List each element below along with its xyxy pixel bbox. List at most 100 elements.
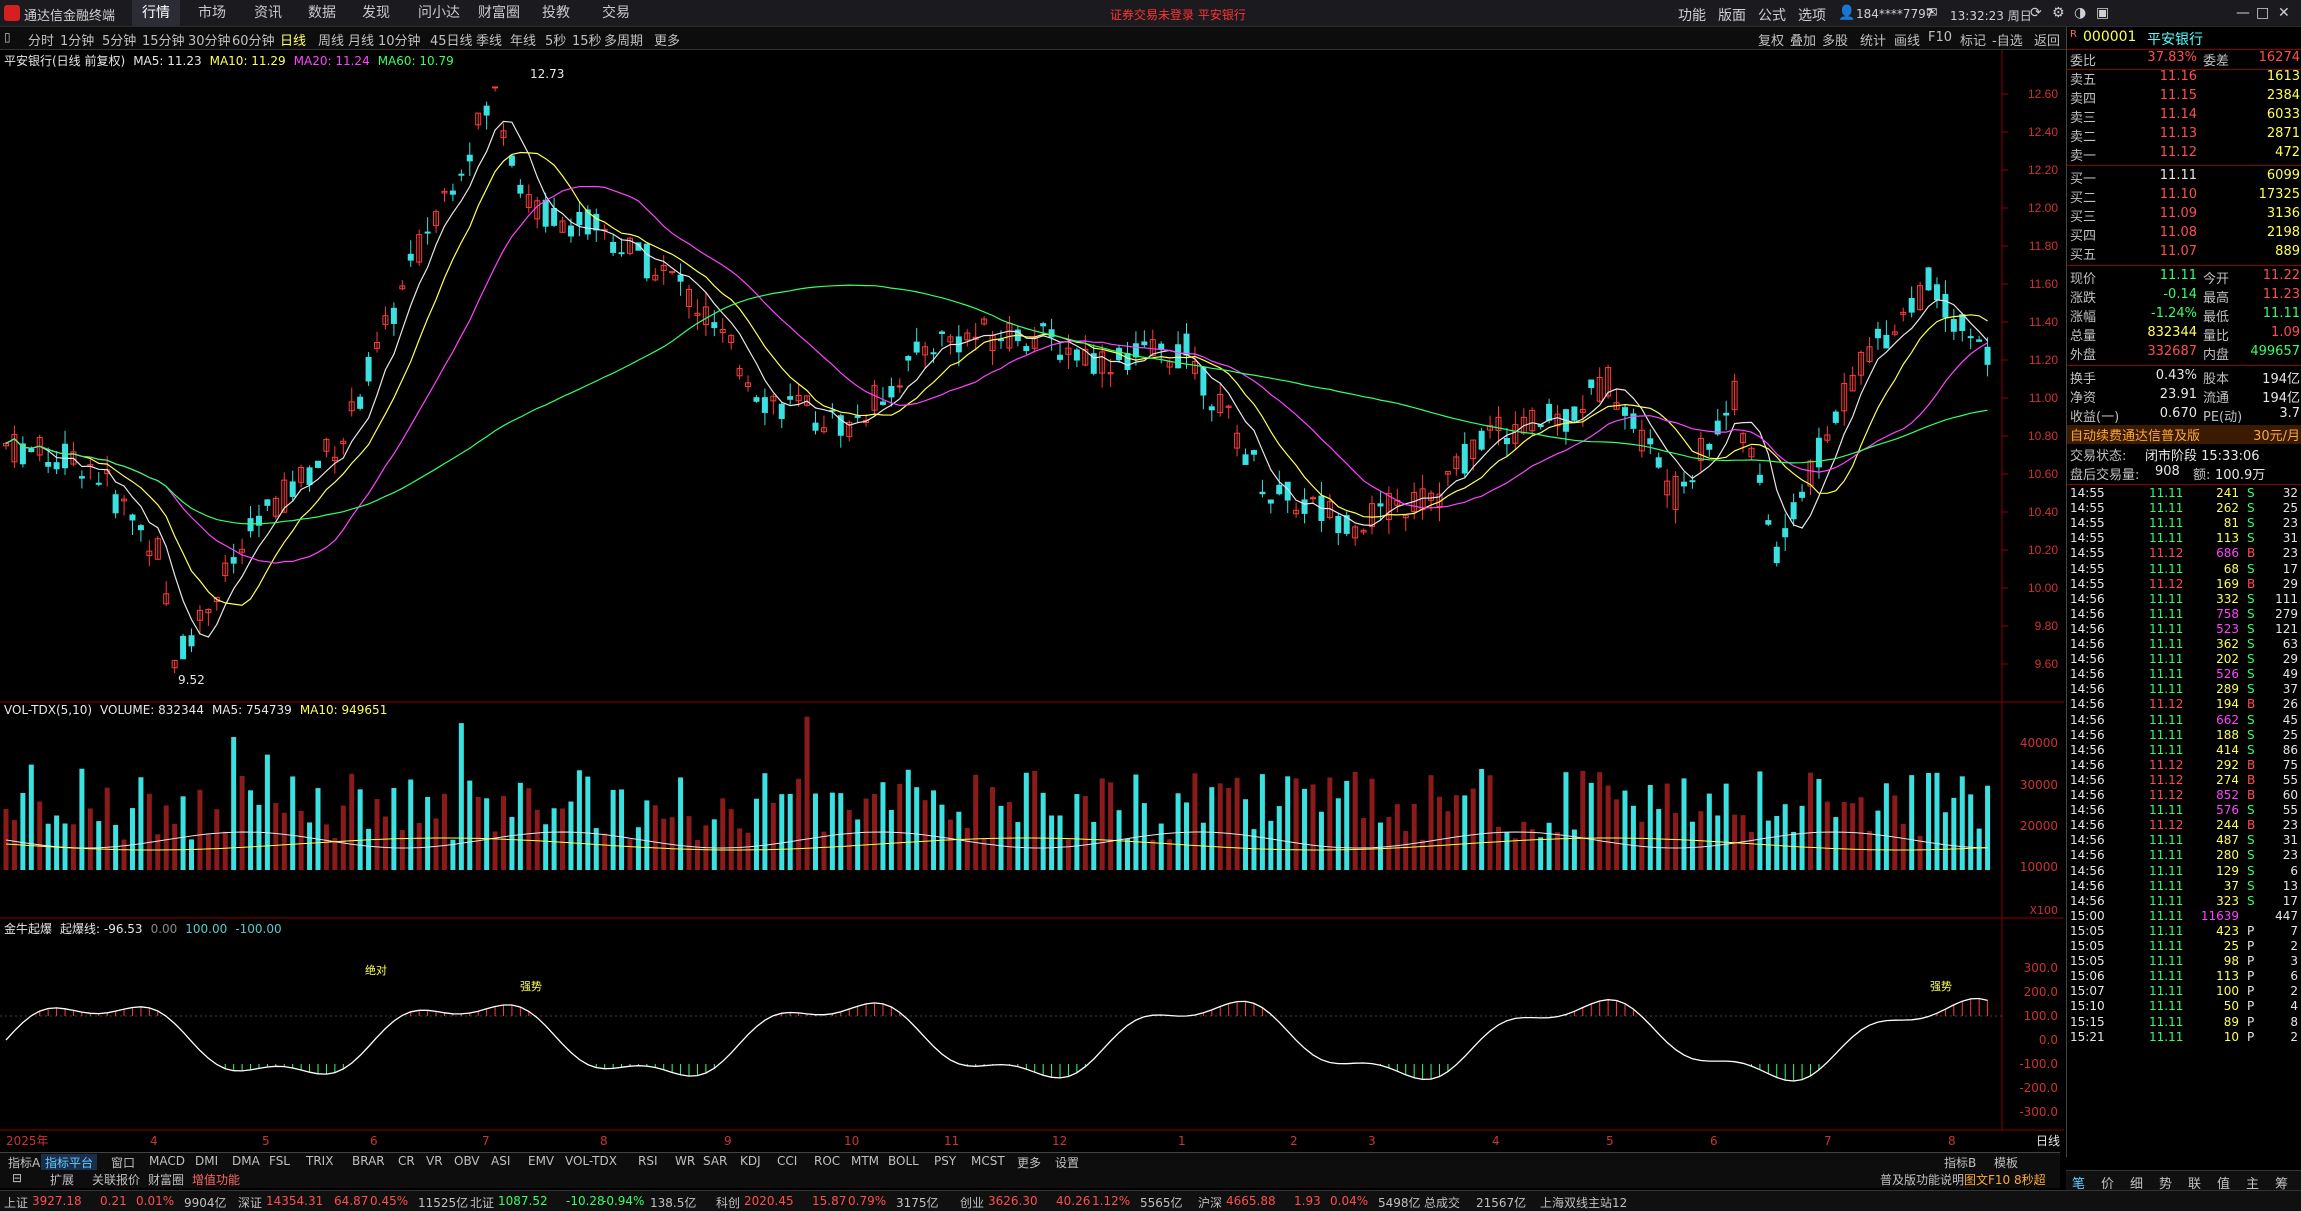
period-7[interactable]: 周线 bbox=[318, 30, 344, 49]
panel-toggle-icon[interactable]: ▯ bbox=[4, 30, 11, 44]
promo-banner[interactable]: 自动续费通达信普及版 30元/月 bbox=[2067, 425, 2301, 444]
tool-6[interactable]: 标记 bbox=[1960, 30, 1986, 49]
indicator-tab-24[interactable]: MCST bbox=[967, 1154, 1009, 1168]
ext-tab-3[interactable]: 增值功能 bbox=[188, 1171, 244, 1188]
indicator-tab-20[interactable]: ROC bbox=[810, 1154, 844, 1168]
user-icon[interactable]: 👤 bbox=[1838, 5, 1855, 21]
topnav-1[interactable]: 市场 bbox=[188, 0, 236, 26]
indicator-tab-5[interactable]: DMA bbox=[228, 1154, 264, 1168]
sell-row-2[interactable]: 卖三 11.14 6033 bbox=[2067, 107, 2301, 126]
indicator-tab-14[interactable]: VOL-TDX bbox=[561, 1154, 621, 1168]
indicator-tab-13[interactable]: EMV bbox=[524, 1154, 558, 1168]
tool-3[interactable]: 统计 bbox=[1860, 30, 1886, 49]
tool-0[interactable]: 复权 bbox=[1758, 30, 1784, 49]
period-4[interactable]: 30分钟 bbox=[188, 30, 231, 49]
ext-tab-1[interactable]: 关联报价 bbox=[88, 1171, 144, 1188]
indicator-tab-15[interactable]: RSI bbox=[634, 1154, 662, 1168]
sell-row-3[interactable]: 卖二 11.13 2871 bbox=[2067, 126, 2301, 145]
settings-icon[interactable]: ⚙ bbox=[2052, 5, 2065, 21]
kline-chart-area[interactable]: 12.60 12.40 12.20 12.00 11.80 11.60 11.40 11.20… bbox=[0, 50, 2064, 1150]
period-14[interactable]: 15秒 bbox=[572, 30, 602, 49]
indicator-tab-b[interactable]: 指标B bbox=[1940, 1154, 1980, 1171]
template-tab[interactable]: 模板 bbox=[1990, 1154, 2022, 1171]
indicator-tab-19[interactable]: CCI bbox=[773, 1154, 801, 1168]
window-icon[interactable]: ▣ bbox=[2096, 5, 2109, 21]
indicator-tab-22[interactable]: BOLL bbox=[884, 1154, 923, 1168]
candle-body bbox=[905, 356, 912, 361]
period-0[interactable]: 分时 bbox=[28, 30, 54, 49]
buy-row-0[interactable]: 买一 11.11 6099 bbox=[2067, 168, 2301, 187]
minimize-icon[interactable]: — bbox=[2236, 5, 2250, 21]
login-notice[interactable]: 证券交易未登录 平安银行 bbox=[1110, 6, 1246, 23]
period-9[interactable]: 10分钟 bbox=[378, 30, 421, 49]
period-13[interactable]: 5秒 bbox=[545, 30, 566, 49]
indicator-tab-3[interactable]: MACD bbox=[145, 1154, 189, 1168]
topnav-7[interactable]: 投教 bbox=[532, 0, 580, 26]
period-6[interactable]: 日线 bbox=[280, 30, 306, 49]
indicator-tab-2[interactable]: 窗口 bbox=[107, 1154, 139, 1171]
period-8[interactable]: 月线 bbox=[348, 30, 374, 49]
ext-tab-0[interactable]: 扩展 bbox=[46, 1171, 78, 1188]
period-12[interactable]: 年线 bbox=[510, 30, 536, 49]
indicator-tab-10[interactable]: VR bbox=[422, 1154, 447, 1168]
indicator-tab-6[interactable]: FSL bbox=[265, 1154, 294, 1168]
indicator-tab-9[interactable]: CR bbox=[394, 1154, 419, 1168]
tool-8[interactable]: 返回 bbox=[2034, 30, 2060, 49]
tool-1[interactable]: 叠加 bbox=[1790, 30, 1816, 49]
buy-row-3[interactable]: 买四 11.08 2198 bbox=[2067, 225, 2301, 244]
indicator-tab-11[interactable]: OBV bbox=[450, 1154, 484, 1168]
tool-2[interactable]: 多股 bbox=[1822, 30, 1848, 49]
indicator-tab-0[interactable]: 指标A bbox=[4, 1154, 44, 1171]
topnav-4[interactable]: 发现 bbox=[352, 0, 400, 26]
period-3[interactable]: 15分钟 bbox=[142, 30, 185, 49]
indicator-tab-7[interactable]: TRIX bbox=[302, 1154, 337, 1168]
topnav-5[interactable]: 问小达 bbox=[408, 0, 470, 26]
period-11[interactable]: 季线 bbox=[476, 30, 502, 49]
user-account[interactable]: 184****7797 bbox=[1856, 7, 1933, 21]
period-2[interactable]: 5分钟 bbox=[102, 30, 136, 49]
tool-7[interactable]: -自选 bbox=[1992, 30, 2023, 49]
indicator-tab-26[interactable]: 设置 bbox=[1051, 1154, 1083, 1171]
sell-row-0[interactable]: 卖五 11.16 1613 bbox=[2067, 69, 2301, 88]
indicator-tab-8[interactable]: BRAR bbox=[348, 1154, 389, 1168]
topnav-2[interactable]: 资讯 bbox=[244, 0, 292, 26]
tool-5[interactable]: F10 bbox=[1928, 30, 1952, 45]
ext-toggle-icon[interactable]: ⊟ bbox=[8, 1171, 26, 1185]
tool-4[interactable]: 画线 bbox=[1894, 30, 1920, 49]
mail-icon[interactable]: ✉ bbox=[1926, 5, 1938, 21]
sysmenu-2[interactable]: 公式 bbox=[1758, 5, 1786, 25]
indicator-tab-23[interactable]: PSY bbox=[930, 1154, 960, 1168]
sysmenu-3[interactable]: 选项 bbox=[1798, 5, 1826, 25]
func-help-link[interactable]: 普及版功能说明 bbox=[1876, 1171, 1968, 1188]
sysmenu-1[interactable]: 版面 bbox=[1718, 5, 1746, 25]
period-16[interactable]: 更多 bbox=[654, 30, 680, 49]
period-15[interactable]: 多周期 bbox=[604, 30, 643, 49]
indicator-tab-4[interactable]: DMI bbox=[191, 1154, 222, 1168]
sysmenu-0[interactable]: 功能 bbox=[1678, 5, 1706, 25]
topnav-3[interactable]: 数据 bbox=[298, 0, 346, 26]
sell-row-1[interactable]: 卖四 11.15 2384 bbox=[2067, 88, 2301, 107]
buy-row-4[interactable]: 买五 11.07 889 bbox=[2067, 244, 2301, 263]
topnav-0[interactable]: 行情 bbox=[132, 0, 180, 26]
buy-row-1[interactable]: 买二 11.10 17325 bbox=[2067, 187, 2301, 206]
sell-row-4[interactable]: 卖一 11.12 472 bbox=[2067, 145, 2301, 164]
topnav-8[interactable]: 交易 bbox=[592, 0, 640, 26]
close-icon[interactable]: ✕ bbox=[2278, 5, 2290, 21]
indicator-tab-21[interactable]: MTM bbox=[847, 1154, 883, 1168]
indicator-tab-18[interactable]: KDJ bbox=[736, 1154, 765, 1168]
indicator-tab-12[interactable]: ASI bbox=[487, 1154, 514, 1168]
period-1[interactable]: 1分钟 bbox=[60, 30, 94, 49]
indicator-tab-17[interactable]: SAR bbox=[699, 1154, 731, 1168]
period-10[interactable]: 45日线 bbox=[430, 30, 473, 49]
indicator-tab-25[interactable]: 更多 bbox=[1013, 1154, 1045, 1171]
indicator-tab-16[interactable]: WR bbox=[671, 1154, 699, 1168]
topnav-6[interactable]: 财富圈 bbox=[468, 0, 530, 26]
period-5[interactable]: 60分钟 bbox=[232, 30, 275, 49]
maximize-icon[interactable]: □ bbox=[2256, 5, 2269, 21]
indicator-tab-1[interactable]: 指标平台 bbox=[41, 1154, 98, 1171]
skin-icon[interactable]: ◑ bbox=[2074, 5, 2086, 21]
buy-row-2[interactable]: 买三 11.09 3136 bbox=[2067, 206, 2301, 225]
refresh-icon[interactable]: ⟳ bbox=[2030, 5, 2042, 21]
server-name[interactable]: 上海双线主站12 bbox=[1540, 1194, 1627, 1211]
ext-tab-2[interactable]: 财富圈 bbox=[144, 1171, 188, 1188]
